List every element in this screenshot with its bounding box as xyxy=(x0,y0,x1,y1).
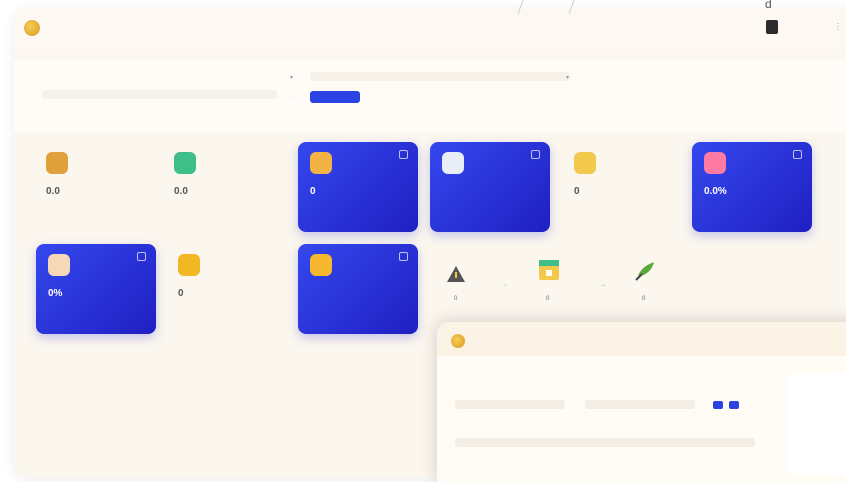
pie-chart-icon xyxy=(704,152,726,174)
filter-panel: ▾ ▾ · xyxy=(14,60,846,132)
stat-value: 0 xyxy=(310,186,316,197)
stat-card[interactable]: 0.0 xyxy=(162,142,282,232)
handshake-icon xyxy=(574,152,596,174)
decoration-text: d xyxy=(765,0,772,11)
expand-icon[interactable] xyxy=(531,150,540,159)
logo-icon[interactable] xyxy=(24,20,40,36)
stat-value: 0.0% xyxy=(704,186,727,197)
arrow-icon: → xyxy=(600,282,606,288)
person-icon xyxy=(310,152,332,174)
stat-value: 0.0 xyxy=(174,186,188,197)
popup-reset-button[interactable] xyxy=(729,401,739,409)
top-bar: ⋮ xyxy=(14,8,846,50)
popup-search-button[interactable] xyxy=(713,401,723,409)
process-flow: 0 → 0 → 0 xyxy=(434,248,694,328)
overlay-window xyxy=(437,322,846,482)
bell-icon xyxy=(174,152,196,174)
popup-header xyxy=(437,322,846,356)
stat-value: 0 xyxy=(178,288,184,299)
flow-step-value: 0 xyxy=(642,296,646,302)
decoration xyxy=(517,0,575,14)
warning-icon xyxy=(446,264,466,286)
flow-step-value: 0 xyxy=(546,296,550,302)
flow-step-value: 0 xyxy=(454,296,458,302)
trophy-icon xyxy=(310,254,332,276)
chevron-icon[interactable]: ⋮ xyxy=(834,22,842,31)
stat-value: 0 xyxy=(574,186,580,197)
calendar-icon[interactable]: ▾ xyxy=(290,74,293,81)
calendar-icon xyxy=(538,258,559,280)
arrow-icon: → xyxy=(502,282,508,288)
store-icon xyxy=(48,254,70,276)
expand-icon[interactable] xyxy=(137,252,146,261)
stat-value: 0.0 xyxy=(46,186,60,197)
popup-date-from-input[interactable] xyxy=(455,400,565,409)
search-button[interactable] xyxy=(310,91,360,103)
stat-card[interactable]: 0 xyxy=(562,142,682,232)
plant-icon xyxy=(634,260,654,282)
document-icon xyxy=(442,152,464,174)
popup-date-to-input[interactable] xyxy=(585,400,695,409)
clear-icon[interactable]: · xyxy=(290,94,292,100)
stat-card[interactable] xyxy=(430,142,550,232)
stat-card[interactable]: 0.0% xyxy=(692,142,812,232)
date-from-input[interactable] xyxy=(42,90,277,99)
stat-card[interactable]: 0% xyxy=(36,244,156,334)
stat-card[interactable]: 0.0 xyxy=(34,142,144,232)
stat-card[interactable]: 0 xyxy=(298,142,418,232)
stat-card[interactable]: 0 xyxy=(166,244,286,334)
expand-icon[interactable] xyxy=(399,252,408,261)
coin-icon xyxy=(178,254,200,276)
date-to-input[interactable] xyxy=(310,72,570,81)
money-bag-icon xyxy=(46,152,68,174)
calendar-icon[interactable]: ▾ xyxy=(566,74,569,81)
stat-card[interactable] xyxy=(298,244,418,334)
expand-icon[interactable] xyxy=(793,150,802,159)
logo-icon[interactable] xyxy=(451,334,465,348)
popup-side-panel xyxy=(787,374,846,474)
popup-type-select[interactable] xyxy=(455,438,755,447)
expand-icon[interactable] xyxy=(399,150,408,159)
user-avatar[interactable] xyxy=(766,20,778,34)
stat-value: 0% xyxy=(48,288,63,299)
